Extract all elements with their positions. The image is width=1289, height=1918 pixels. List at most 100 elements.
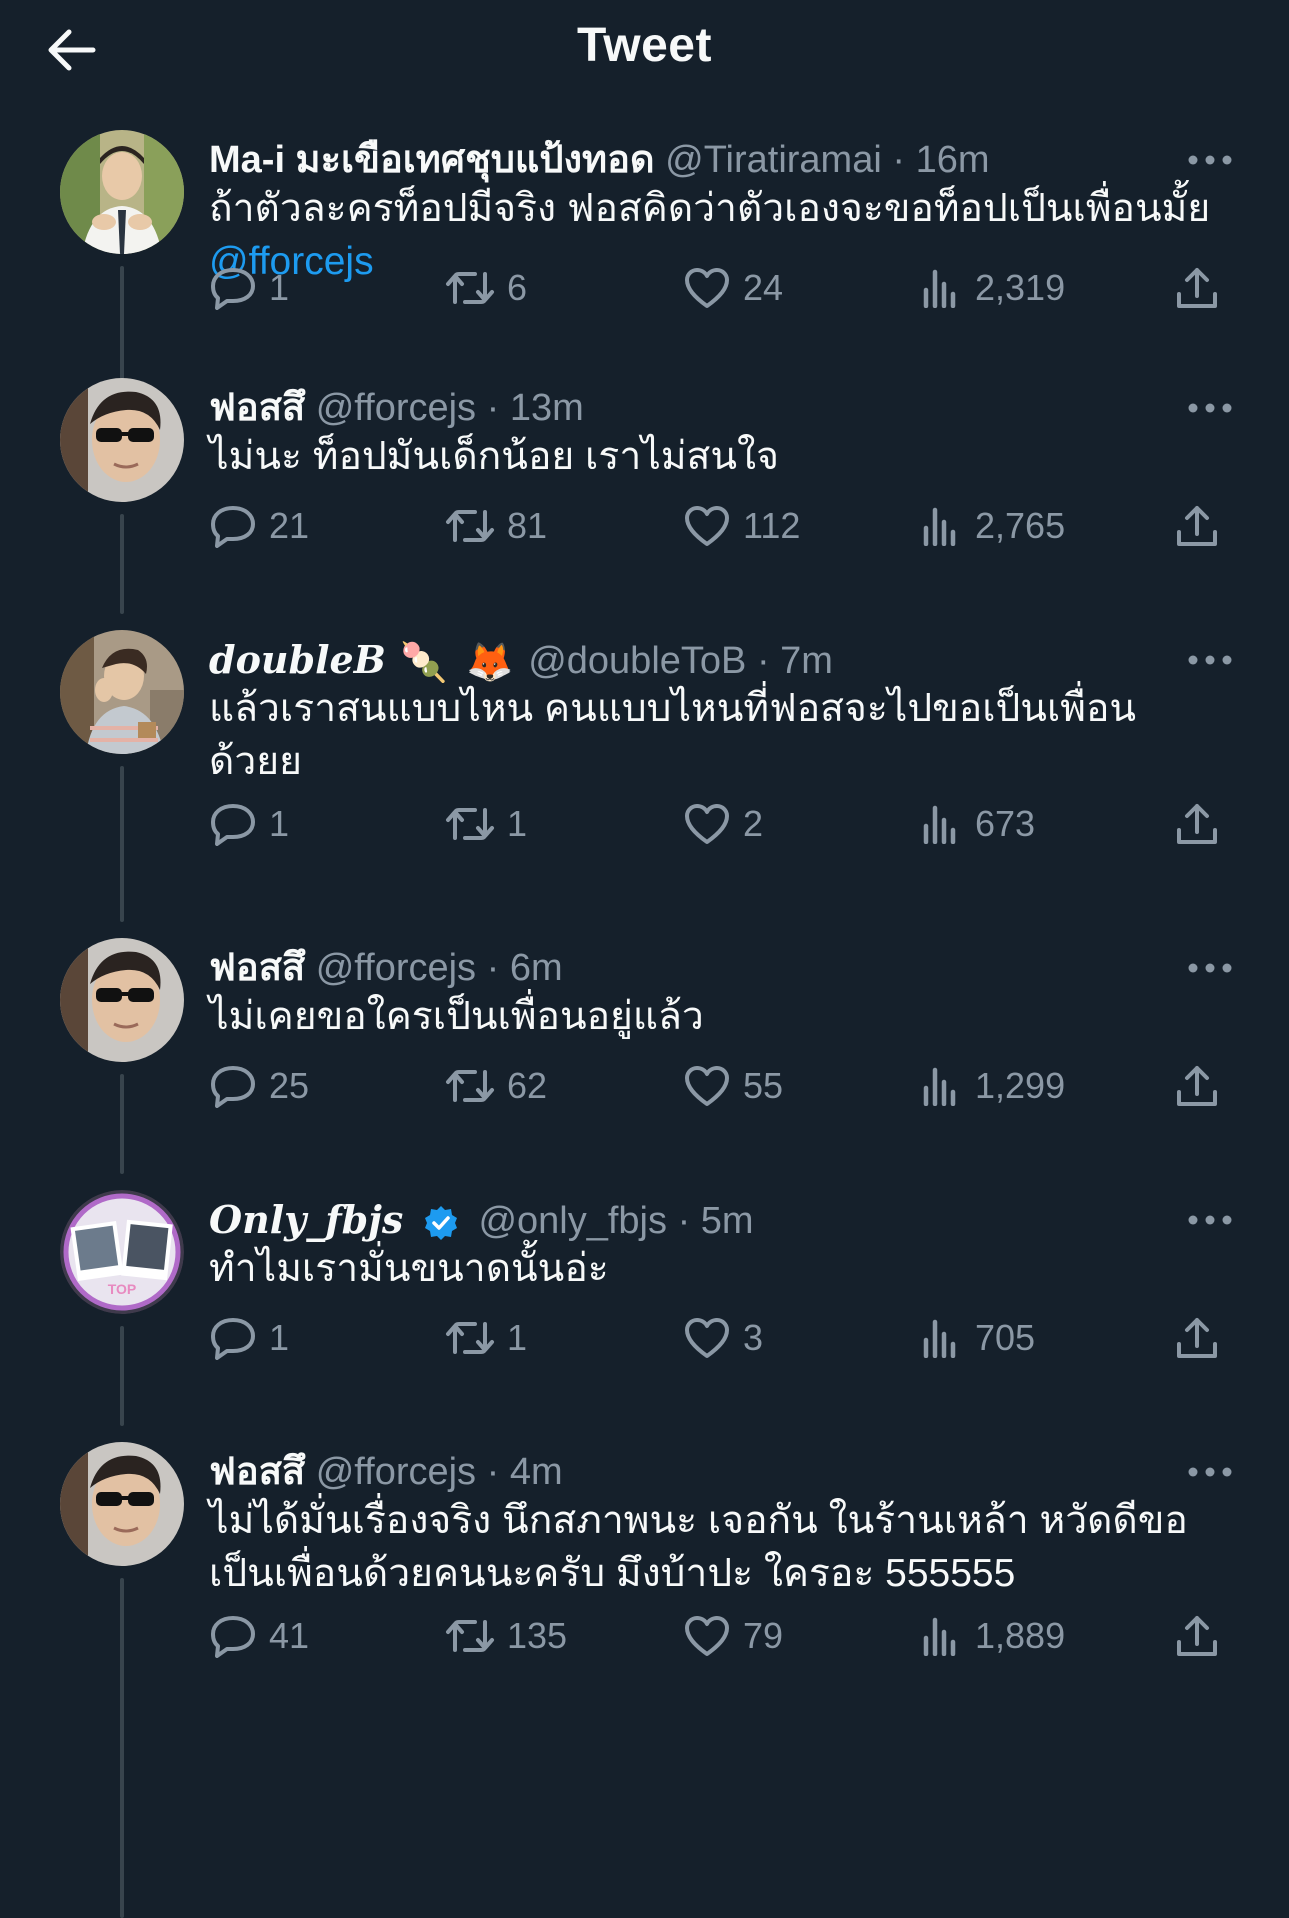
reply-icon: [211, 1318, 255, 1360]
tweet-text: แล้วเราสนแบบไหน คนแบบไหนที่ฟอสจะไปขอเป็น…: [209, 682, 1229, 788]
retweet-icon: [446, 1070, 494, 1102]
timestamp[interactable]: 4m: [510, 1451, 563, 1493]
retweet-count: 81: [507, 505, 548, 546]
avatar[interactable]: [60, 130, 184, 254]
display-name[interactable]: Ma-i มะเขือเทศชุบแป้งทอด: [209, 139, 655, 181]
reply-button[interactable]: 1: [209, 1308, 289, 1368]
retweet-count: 1: [507, 803, 528, 844]
heart-icon: [685, 268, 729, 308]
thread-connector: [120, 1578, 124, 1918]
reply-button[interactable]: 21: [209, 496, 309, 556]
reply-icon: [211, 1616, 255, 1658]
tweet-text: ไม่เคยขอใครเป็นเพื่อนอยู่แล้ว: [209, 990, 1229, 1043]
share-icon: [1177, 1616, 1217, 1656]
more-button[interactable]: [1187, 152, 1233, 168]
timestamp[interactable]: 5m: [701, 1200, 754, 1242]
views-button[interactable]: 705: [921, 1308, 1035, 1368]
share-icon: [1177, 1066, 1217, 1106]
views-button[interactable]: 2,319: [921, 258, 1065, 318]
views-button[interactable]: 673: [921, 794, 1035, 854]
thread-connector: [120, 514, 124, 614]
views-button[interactable]: 2,765: [921, 496, 1065, 556]
separator: ·: [486, 947, 500, 989]
views-button[interactable]: 1,889: [921, 1606, 1065, 1666]
handle[interactable]: @only_fbjs: [478, 1200, 667, 1242]
retweet-button[interactable]: 62: [445, 1056, 547, 1116]
like-count: 55: [743, 1065, 784, 1106]
more-button[interactable]: [1187, 400, 1233, 416]
handle[interactable]: @doubleToB: [528, 640, 746, 682]
like-button[interactable]: 24: [683, 258, 783, 318]
views-icon: [923, 805, 956, 844]
timestamp[interactable]: 6m: [510, 947, 563, 989]
retweet-button[interactable]: 1: [445, 794, 527, 854]
more-button[interactable]: [1187, 960, 1233, 976]
reply-button[interactable]: 25: [209, 1056, 309, 1116]
more-button[interactable]: [1187, 1464, 1233, 1480]
reply-icon: [211, 1066, 255, 1108]
display-name[interactable]: ฟอสสึ: [209, 387, 305, 429]
more-button[interactable]: [1187, 652, 1233, 668]
like-button[interactable]: 112: [683, 496, 800, 556]
retweet-icon: [446, 1322, 494, 1354]
views-icon: [923, 1319, 956, 1358]
tweet-text-line: ด้วยย: [209, 740, 302, 783]
verified-badge-icon: [424, 1205, 457, 1240]
avatar[interactable]: [60, 1442, 184, 1566]
heart-icon: [685, 1318, 729, 1358]
tweet-header: ฟอสสึ @fforcejs · 4m: [209, 1442, 1219, 1502]
reply-count: 1: [269, 1317, 290, 1358]
reply-button[interactable]: 1: [209, 258, 289, 318]
views-count: 1,889: [975, 1615, 1066, 1656]
retweet-button[interactable]: 135: [445, 1606, 567, 1666]
share-button[interactable]: [1175, 1056, 1219, 1116]
timestamp[interactable]: 7m: [780, 640, 833, 682]
display-name[interactable]: Only_fbjs: [209, 1197, 403, 1242]
tweet-text: ไม่ได้มั่นเรื่องจริง นึกสภาพนะ เจอกัน ใน…: [209, 1494, 1229, 1600]
tweet-text-line: ไม่นะ ท็อปมันเด็กน้อย เราไม่สนใจ: [209, 435, 779, 478]
reply-icon: [211, 506, 255, 548]
share-button[interactable]: [1175, 794, 1219, 854]
heart-icon: [685, 1616, 729, 1656]
share-icon: [1177, 1318, 1217, 1358]
timestamp[interactable]: 16m: [916, 139, 990, 181]
like-count: 3: [743, 1317, 764, 1358]
retweet-button[interactable]: 1: [445, 1308, 527, 1368]
avatar[interactable]: [60, 630, 184, 754]
share-button[interactable]: [1175, 258, 1219, 318]
like-button[interactable]: 55: [683, 1056, 783, 1116]
share-button[interactable]: [1175, 496, 1219, 556]
tweet-header: ฟอสสึ @fforcejs · 6m: [209, 938, 1219, 998]
tweet-header: doubleB 🍡 🦊 @doubleToB · 7m: [209, 630, 1219, 690]
reply-button[interactable]: 1: [209, 794, 289, 854]
avatar[interactable]: [60, 938, 184, 1062]
tweet-actions: 1 6 24 2,319: [209, 258, 1229, 318]
share-button[interactable]: [1175, 1606, 1219, 1666]
display-name[interactable]: doubleB: [209, 637, 386, 682]
heart-icon: [685, 804, 729, 844]
avatar[interactable]: TOP: [60, 1190, 184, 1314]
handle[interactable]: @fforcejs: [316, 947, 476, 989]
handle[interactable]: @fforcejs: [316, 387, 476, 429]
handle[interactable]: @Tiratiramai: [665, 139, 882, 181]
share-button[interactable]: [1175, 1308, 1219, 1368]
views-button[interactable]: 1,299: [921, 1056, 1065, 1116]
retweet-button[interactable]: 81: [445, 496, 547, 556]
handle[interactable]: @fforcejs: [316, 1451, 476, 1493]
like-button[interactable]: 2: [683, 794, 763, 854]
timestamp[interactable]: 13m: [510, 387, 584, 429]
heart-icon: [685, 1066, 729, 1106]
display-name[interactable]: ฟอสสึ: [209, 947, 305, 989]
more-horizontal-icon: [1188, 963, 1232, 973]
reply-button[interactable]: 41: [209, 1606, 309, 1666]
tweet-header: Ma-i มะเขือเทศชุบแป้งทอด @Tiratiramai · …: [209, 130, 1219, 190]
more-button[interactable]: [1187, 1212, 1233, 1228]
display-name[interactable]: ฟอสสึ: [209, 1451, 305, 1493]
like-button[interactable]: 79: [683, 1606, 783, 1666]
reply-count: 21: [269, 505, 310, 546]
share-icon: [1177, 804, 1217, 844]
avatar[interactable]: [60, 378, 184, 502]
page-title: Tweet: [577, 19, 712, 72]
retweet-button[interactable]: 6: [445, 258, 527, 318]
like-button[interactable]: 3: [683, 1308, 763, 1368]
